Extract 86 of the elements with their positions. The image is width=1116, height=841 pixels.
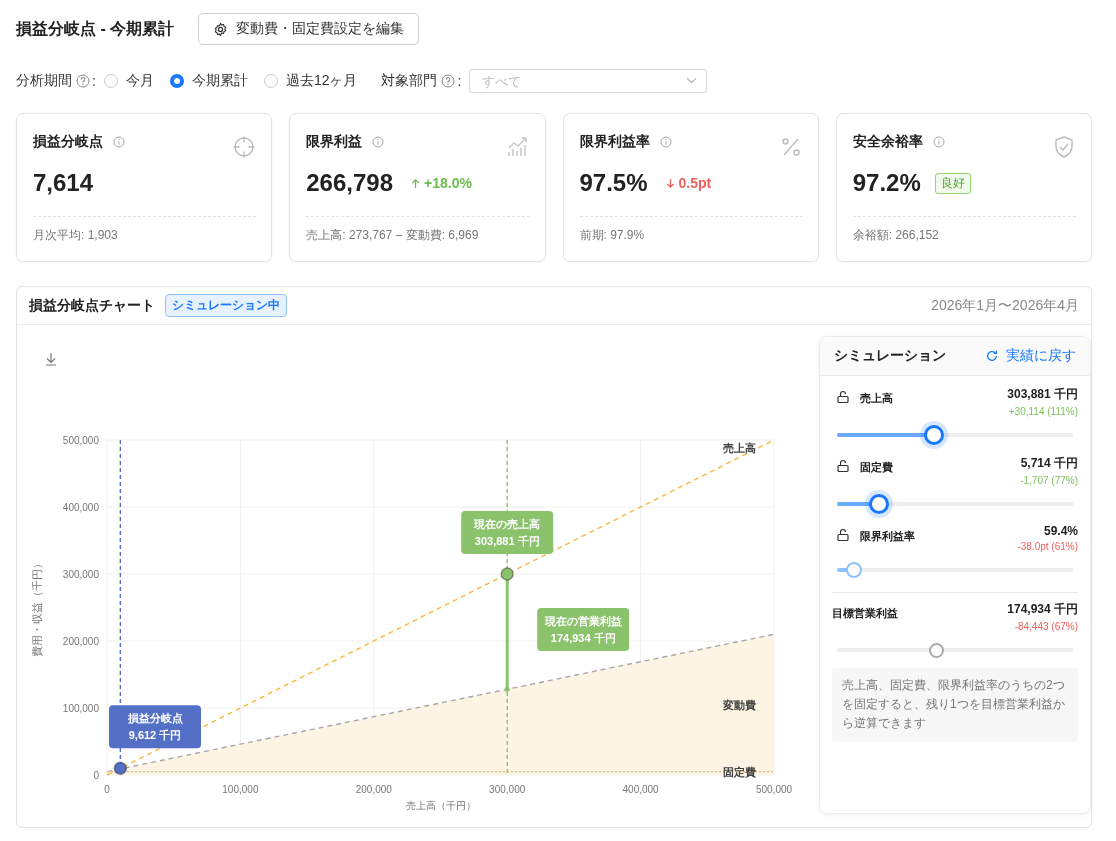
chevron-down-icon [686, 77, 698, 84]
info-icon[interactable] [372, 136, 385, 148]
series-label: 売上高 [723, 442, 756, 454]
change-indicator: 0.5pt [665, 175, 712, 191]
metric-value: 97.5% [579, 169, 648, 197]
department-label: 対象部門 [381, 72, 438, 90]
info-icon[interactable] [932, 136, 945, 148]
series-label: 変動費 [723, 698, 756, 711]
card-title: 安全余裕率 [852, 133, 923, 151]
x-axis-label: 200,000 [355, 784, 392, 795]
card-footer-text: 月次平均: 1,903 [33, 227, 119, 244]
slider-thumb[interactable] [928, 642, 944, 658]
help-icon[interactable] [76, 74, 90, 88]
hint-note: 売上高、固定費、限界利益率のうちの2つを固定すると、残り1つを目標営業利益から逆算できます [832, 668, 1078, 742]
parameter-label: 売上高 [860, 391, 893, 406]
change-text: +30,114 (111%) [1008, 406, 1078, 417]
info-icon[interactable] [659, 136, 672, 148]
callout-label: 損益分岐点 9,612 千円 [109, 705, 201, 749]
callout-label: 現在の売上高 303,881 千円 [461, 511, 554, 554]
card-title: 損益分岐点 [33, 133, 103, 151]
parameter-value: 174,934 千円 [1007, 601, 1078, 618]
shield-check-icon [1052, 135, 1076, 159]
y-axis-label: 500,000 [62, 435, 99, 446]
marker-dot [500, 567, 514, 581]
callout-label: 現在の営業利益 174,934 千円 [537, 608, 630, 652]
y-axis-label: 0 [93, 770, 99, 781]
parameter-label: 限界利益率 [860, 529, 915, 544]
metric-value: 7,614 [33, 169, 94, 197]
colon-text: : [92, 73, 96, 89]
slider-thumb[interactable] [923, 425, 944, 445]
series-label: 固定費 [723, 765, 756, 778]
change-text: -84,443 (67%) [1014, 621, 1078, 632]
edit-settings-button[interactable]: 変動費・固定費設定を編集 [198, 13, 420, 45]
period-label: 分析期間 [16, 72, 72, 90]
refresh-icon [985, 349, 999, 363]
card-footer-text: 余裕額: 266,152 [852, 227, 940, 244]
metric-value: 97.2% [852, 169, 921, 197]
unlock-icon[interactable] [836, 528, 850, 542]
reset-button[interactable]: 実績に戻す [985, 347, 1076, 365]
simulation-title: シミュレーション [834, 347, 946, 365]
radio-label[interactable]: 今期累計 [191, 72, 248, 90]
slider-thumb[interactable] [869, 494, 890, 514]
help-icon[interactable] [441, 74, 456, 88]
unlock-icon[interactable] [836, 390, 850, 404]
panel-title: 損益分岐点チャート [29, 296, 155, 315]
gear-icon [213, 21, 229, 37]
change-text: -38.0pt (61%) [1017, 541, 1078, 552]
parameter-label: 固定費 [860, 460, 893, 475]
radio-label[interactable]: 過去12ヶ月 [285, 72, 358, 90]
radio-button[interactable] [169, 74, 184, 88]
date-range-text: 2026年1月〜2026年4月 [931, 296, 1079, 315]
colon-text: : [457, 73, 462, 89]
marker-dot [113, 761, 128, 776]
radio-label[interactable]: 今月 [125, 72, 154, 90]
simulation-badge: シミュレーション中 [165, 294, 287, 317]
parameter-value: 303,881 千円 [1007, 386, 1078, 403]
x-axis-label: 100,000 [222, 784, 259, 795]
y-axis-title: 費用・収益（千円） [31, 558, 43, 657]
card-footer-text: 前期: 97.9% [579, 227, 646, 244]
department-select[interactable]: すべて [469, 69, 708, 93]
metric-value: 266,798 [306, 169, 393, 197]
parameter-value: 59.4% [1043, 524, 1078, 538]
y-axis-label: 200,000 [62, 636, 99, 647]
bar-chart-icon [505, 135, 530, 159]
card-title: 限界利益 [306, 133, 363, 151]
status-badge: 良好 [934, 172, 971, 194]
change-indicator: +18.0% [411, 175, 472, 191]
card-footer-text: 売上高: 273,767 – 変動費: 6,969 [306, 227, 480, 244]
y-axis-label: 400,000 [62, 502, 99, 513]
change-text: -1,707 (77%) [1020, 475, 1078, 486]
y-axis-label: 100,000 [62, 703, 99, 714]
download-icon[interactable] [45, 352, 57, 366]
x-axis-label: 0 [104, 784, 110, 795]
x-axis-label: 500,000 [755, 784, 793, 795]
info-icon[interactable] [113, 136, 125, 148]
x-axis-label: 400,000 [622, 784, 659, 795]
y-axis-label: 300,000 [62, 569, 99, 580]
card-title: 限界利益率 [579, 133, 650, 151]
x-axis-label: 300,000 [489, 784, 526, 795]
unlock-icon[interactable] [836, 459, 850, 473]
parameter-label: 目標営業利益 [832, 606, 898, 621]
x-axis-title: 売上高（千円） [405, 800, 476, 811]
parameter-value: 5,714 千円 [1020, 455, 1078, 472]
page-title: 損益分岐点 - 今期累計 [16, 18, 175, 39]
slider-thumb[interactable] [845, 562, 862, 578]
crosshair-icon [232, 135, 257, 159]
